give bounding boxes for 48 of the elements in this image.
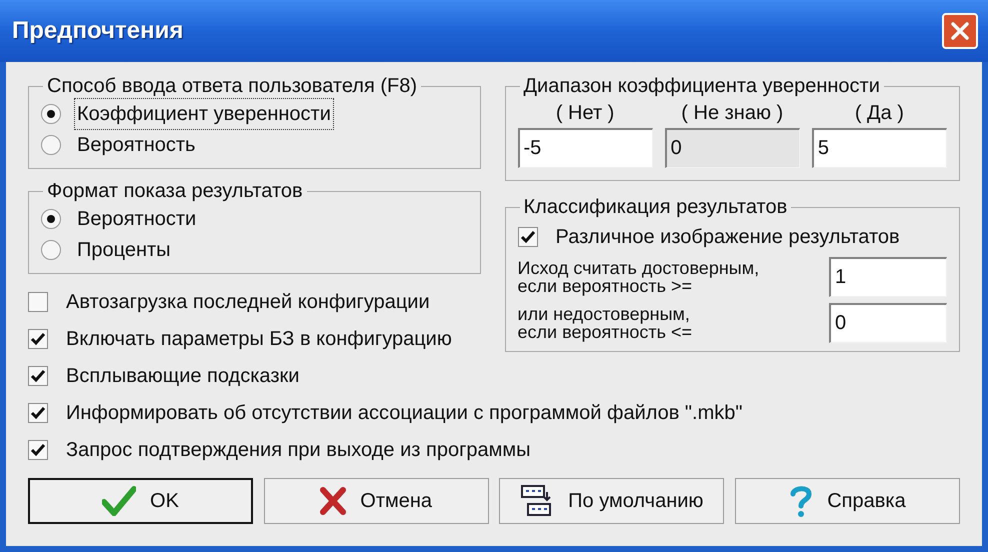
radio-button[interactable] xyxy=(41,208,61,228)
checkbox-label[interactable]: Различное изображение результатов xyxy=(556,222,900,252)
check-icon xyxy=(30,368,46,384)
number-field[interactable]: 1 xyxy=(829,257,947,297)
group-title: Классификация результатов xyxy=(522,195,788,219)
close-button[interactable] xyxy=(942,13,978,49)
checkbox-label[interactable]: Информировать об отсутствии ассоциации с программой файлов ".mkb" xyxy=(66,398,742,428)
checkbox-label[interactable]: Всплывающие подсказки xyxy=(66,361,300,391)
question-icon xyxy=(789,484,814,518)
field-label: ( Не знаю ) xyxy=(681,101,784,126)
group-title: Диапазон коэффициента уверенности xyxy=(522,74,881,98)
number-field[interactable]: 5 xyxy=(812,128,947,168)
field-label: ( Нет ) xyxy=(556,101,614,126)
checkbox[interactable] xyxy=(518,227,538,247)
option-label[interactable]: Коэффициент уверенности xyxy=(75,98,333,128)
check-icon xyxy=(520,229,536,245)
option-label[interactable]: Вероятность xyxy=(75,130,198,160)
check-icon xyxy=(30,405,46,421)
number-field[interactable]: 0 xyxy=(829,303,947,343)
window-title: Предпочтения xyxy=(12,16,184,46)
checkbox-label[interactable]: Запрос подтверждения при выходе из программы xyxy=(66,435,530,465)
group-title: Способ ввода ответа пользователя (F8) xyxy=(46,74,418,98)
checkbox-label[interactable]: Автозагрузка последней конфигурации xyxy=(66,287,430,317)
number-field[interactable]: -5 xyxy=(518,128,653,168)
threshold-label: или недостоверным, если вероятность <= xyxy=(518,305,692,341)
checkbox[interactable] xyxy=(28,329,48,349)
checkbox-label[interactable]: Включать параметры БЗ в конфигурацию xyxy=(66,324,452,354)
checkbox[interactable] xyxy=(28,440,48,460)
threshold-label: Исход считать достоверным, если вероятность >= xyxy=(518,259,760,295)
field-label: ( Да ) xyxy=(854,101,904,126)
dialog-button[interactable]: По умолчанию xyxy=(499,478,724,524)
radio-button[interactable] xyxy=(41,240,61,260)
close-icon xyxy=(950,21,970,41)
radio-button[interactable] xyxy=(41,104,61,124)
checkbox[interactable] xyxy=(28,403,48,423)
check-icon xyxy=(30,331,46,347)
dialog-button[interactable]: Отмена xyxy=(264,478,489,524)
check-icon xyxy=(30,442,46,458)
radio-button[interactable] xyxy=(41,134,61,154)
group-title: Формат показа результатов xyxy=(46,179,304,203)
option-label[interactable]: Вероятности xyxy=(75,204,198,234)
dialog-button[interactable]: OK xyxy=(28,478,253,524)
check-icon xyxy=(102,486,136,516)
checkbox[interactable] xyxy=(28,292,48,312)
checkbox[interactable] xyxy=(28,366,48,386)
option-label[interactable]: Проценты xyxy=(75,234,173,264)
cross-icon xyxy=(320,487,346,515)
dialog-button[interactable]: Справка xyxy=(734,478,960,524)
